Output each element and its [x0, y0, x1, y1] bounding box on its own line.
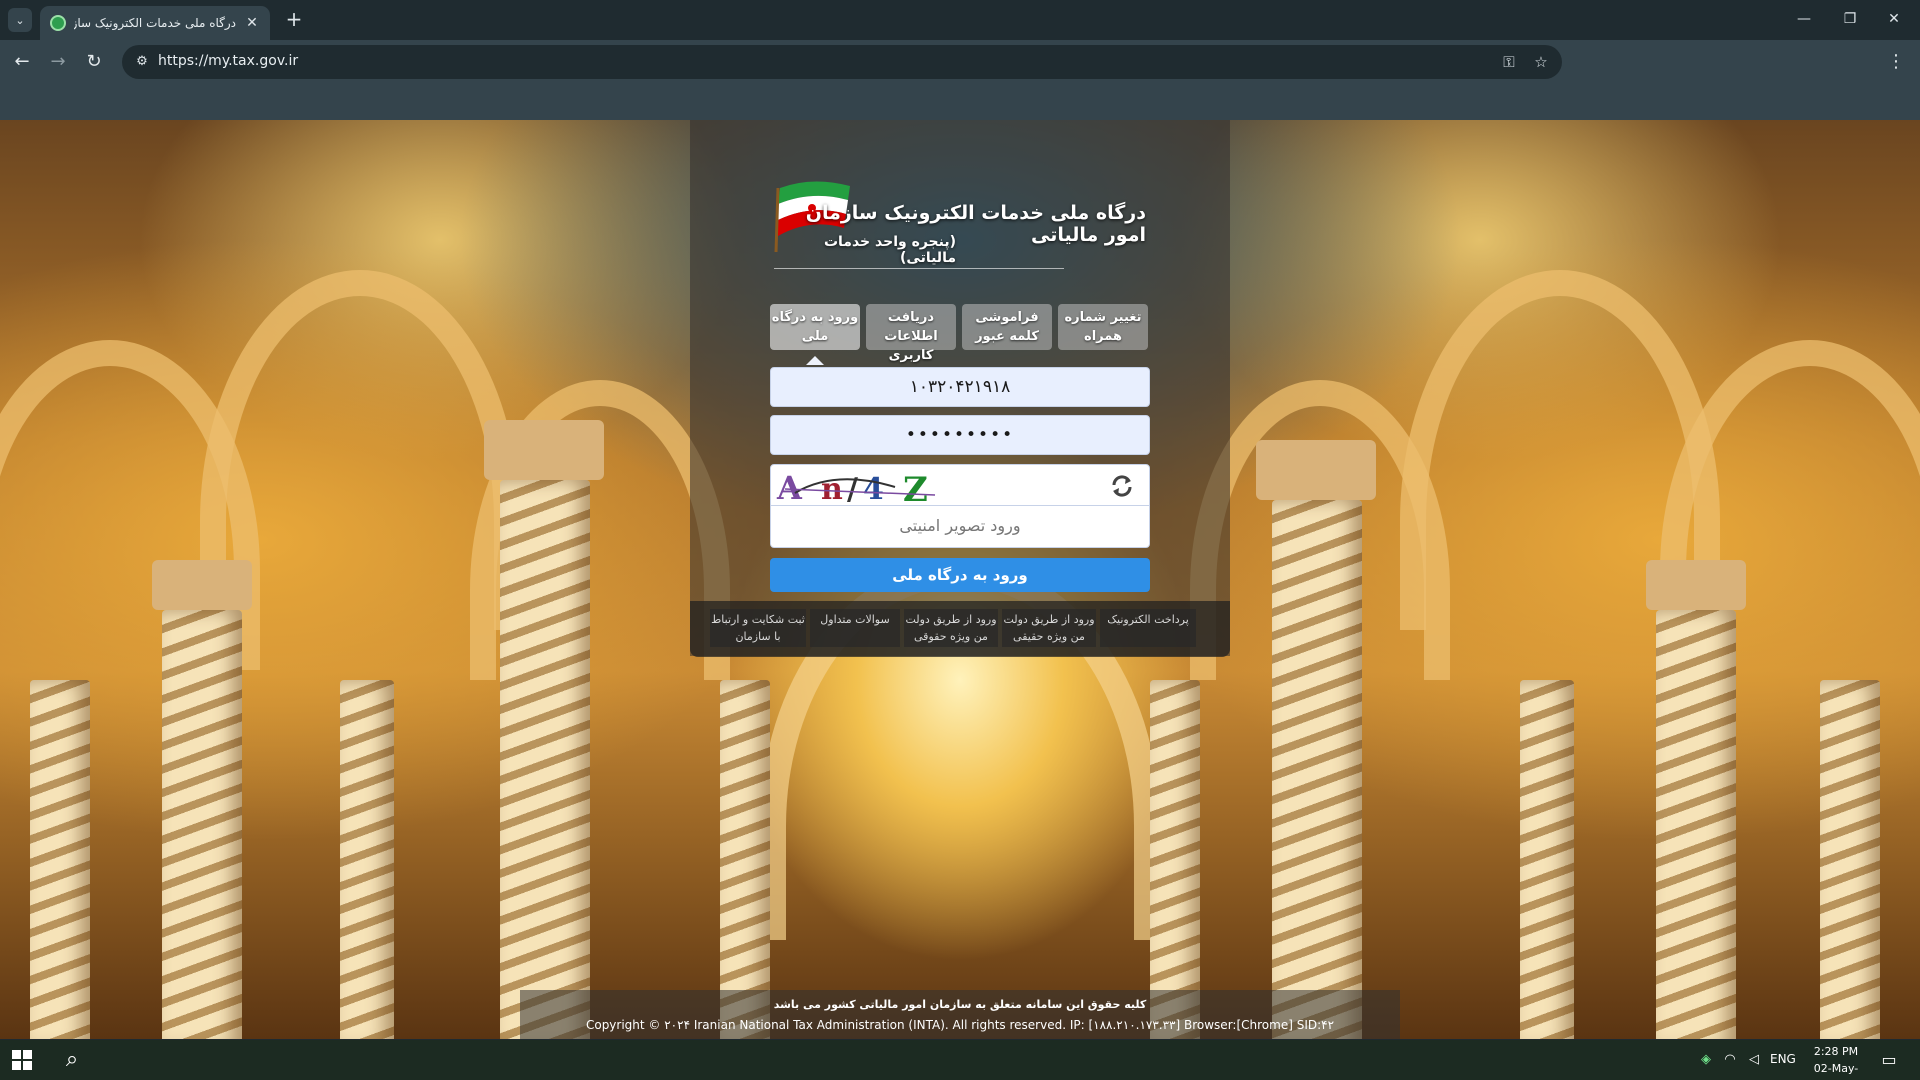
column [720, 680, 770, 1039]
tab-title: درگاه ملی خدمات الکترونیک سازمان امور ما… [74, 16, 236, 30]
column [162, 610, 242, 1039]
column [1656, 610, 1736, 1039]
clock-time: 2:28 PM [1813, 1045, 1859, 1058]
language-indicator[interactable]: ENG [1770, 1052, 1796, 1066]
column [1820, 680, 1880, 1039]
column-capital [1646, 560, 1746, 610]
url-text[interactable]: https://my.tax.gov.ir [158, 53, 298, 69]
username-field[interactable]: ۱۰۳۲۰۴۲۱۹۱۸ [770, 367, 1150, 407]
link-complaint[interactable]: ثبت شکایت و ارتباط با سازمان [710, 609, 806, 647]
footer-copyright: Copyright © ۲۰۲۴ Iranian National Tax Ad… [585, 1018, 1335, 1032]
toolbar-band [0, 84, 1920, 120]
wifi-icon[interactable]: ◠ [1720, 1050, 1740, 1070]
link-electronic-payment[interactable]: پرداخت الکترونیک [1100, 609, 1196, 647]
reload-icon[interactable]: ↻ [80, 48, 108, 76]
taskbar [0, 1040, 1920, 1080]
refresh-icon[interactable] [1109, 473, 1135, 499]
svg-text:4: 4 [863, 472, 884, 505]
close-icon[interactable]: ✕ [244, 15, 260, 31]
footer-rights: کلیه حقوق این سامانه متعلق به سازمان امو… [773, 998, 1147, 1011]
svg-text:Z: Z [903, 470, 928, 505]
captcha-image: A n / 4 Z [776, 469, 936, 505]
captcha-box: A n / 4 Z [770, 464, 1150, 506]
column [30, 680, 90, 1039]
minimize-icon[interactable]: — [1786, 6, 1822, 32]
browser-toolbar: ← → ↻ ⚙ https://my.tax.gov.ir ⚿ ☆ ⋮ [0, 40, 1920, 84]
tab-strip: ⌄ درگاه ملی خدمات الکترونیک سازمان امور … [0, 0, 1920, 40]
portal-subtitle: (پنجره واحد خدمات مالیاتی) [823, 234, 956, 266]
star-icon[interactable]: ☆ [1530, 51, 1552, 73]
link-dolat-man-real[interactable]: ورود از طریق دولت من ویژه حقیقی [1002, 609, 1096, 647]
close-window-icon[interactable]: ✕ [1876, 6, 1912, 32]
column-capital [484, 420, 604, 480]
tab-login[interactable]: ورود به درگاه ملی [770, 304, 860, 350]
captcha-input[interactable]: ورود تصویر امنیتی [770, 506, 1150, 548]
column [1272, 500, 1362, 1039]
chevron-down-icon[interactable]: ⌄ [8, 8, 32, 32]
column [1150, 680, 1200, 1039]
volume-icon[interactable]: ◁ [1744, 1050, 1764, 1070]
shield-icon[interactable]: ◈ [1696, 1050, 1716, 1070]
tab-change-mobile[interactable]: تغییر شماره همراه [1058, 304, 1148, 350]
restore-icon[interactable]: ❐ [1832, 6, 1868, 32]
svg-text:/: / [847, 472, 858, 505]
search-icon[interactable]: ⌕ [58, 1046, 86, 1074]
arrow-left-icon[interactable]: ← [8, 48, 36, 76]
arrow-right-icon[interactable]: → [44, 48, 72, 76]
link-dolat-man-legal[interactable]: ورود از طریق دولت من ویژه حقوقی [904, 609, 998, 647]
notification-icon[interactable]: ▭ [1878, 1049, 1900, 1071]
active-tab-caret [806, 356, 824, 365]
clock[interactable]: 2:28 PM 02-May-24 [1808, 1043, 1864, 1080]
svg-text:n: n [821, 472, 843, 505]
svg-text:A: A [776, 469, 803, 505]
address-bar[interactable]: ⚙ https://my.tax.gov.ir ⚿ ☆ [122, 45, 1562, 79]
column [500, 480, 590, 1039]
tab-get-user-info[interactable]: دریافت اطلاعات کاربری [866, 304, 956, 363]
favicon-icon [50, 15, 66, 31]
column [340, 680, 394, 1039]
login-button[interactable]: ورود به درگاه ملی [770, 558, 1150, 592]
link-faq[interactable]: سوالات متداول [810, 609, 900, 647]
header-divider [774, 268, 1064, 269]
plus-icon[interactable]: + [282, 8, 306, 32]
clock-date: 02-May-24 [1813, 1062, 1859, 1080]
tune-icon[interactable]: ⚙ [132, 52, 152, 72]
column-capital [1256, 440, 1376, 500]
column [1520, 680, 1574, 1039]
password-field[interactable]: ••••••••• [770, 415, 1150, 455]
windows-start-icon[interactable] [12, 1050, 32, 1070]
browser-tab[interactable]: درگاه ملی خدمات الکترونیک سازمان امور ما… [40, 6, 270, 40]
key-icon[interactable]: ⚿ [1498, 51, 1520, 73]
column-capital [152, 560, 252, 610]
tab-forgot-password[interactable]: فراموشی کلمه عبور [962, 304, 1052, 350]
more-vertical-icon[interactable]: ⋮ [1884, 50, 1908, 74]
